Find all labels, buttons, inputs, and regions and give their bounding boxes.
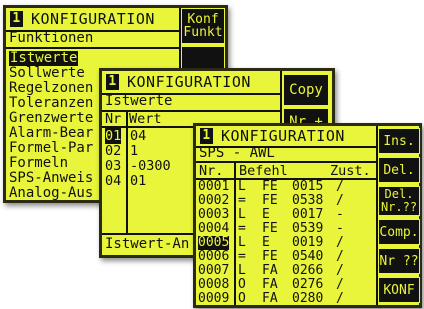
- row-number[interactable]: 0007: [198, 264, 229, 278]
- function-item[interactable]: Analog-Aus: [9, 186, 93, 201]
- row-operand[interactable]: FE: [262, 194, 278, 208]
- konf-funkt-button[interactable]: Konf Funkt: [181, 8, 225, 44]
- function-item[interactable]: Formel-Par: [9, 141, 93, 156]
- row-address[interactable]: 0540: [292, 250, 323, 264]
- insert-button[interactable]: Ins.: [378, 128, 420, 154]
- row-number[interactable]: 0005: [198, 236, 230, 250]
- row-wert[interactable]: 01: [130, 173, 146, 189]
- window-number-badge: 1: [10, 11, 23, 27]
- row-address[interactable]: 0538: [292, 194, 323, 208]
- row-operand[interactable]: FA: [262, 292, 278, 306]
- row-nr[interactable]: 03: [105, 158, 121, 174]
- row-nr[interactable]: 01: [105, 128, 122, 144]
- row-operation[interactable]: L: [238, 264, 246, 278]
- row-operation[interactable]: =: [238, 222, 246, 236]
- function-item[interactable]: Sollwerte: [9, 66, 85, 81]
- row-operation[interactable]: L: [238, 180, 246, 194]
- row-operand[interactable]: FE: [262, 222, 278, 236]
- column-header-nr: Nr.: [199, 163, 224, 179]
- function-item[interactable]: Formeln: [9, 156, 68, 171]
- row-number[interactable]: 0006: [198, 250, 229, 264]
- window-number-badge: 1: [106, 74, 119, 90]
- column-header-zust: Zust.: [330, 163, 371, 179]
- button-label-line2: Funkt: [183, 25, 223, 40]
- row-operation[interactable]: =: [238, 194, 246, 208]
- delete-number-button[interactable]: Del. Nr.??: [378, 186, 420, 216]
- function-item[interactable]: Grenzwerte: [9, 111, 93, 126]
- delete-button[interactable]: Del.: [378, 157, 420, 183]
- column-header-befehl: Befehl: [239, 163, 288, 179]
- row-number[interactable]: 0008: [198, 278, 229, 292]
- function-item[interactable]: Toleranzen: [9, 96, 93, 111]
- row-wert[interactable]: 1: [130, 143, 138, 159]
- window-title: KONFIGURATION: [31, 10, 155, 28]
- row-number[interactable]: 0004: [198, 222, 229, 236]
- function-item[interactable]: SPS-Anweis: [9, 171, 93, 186]
- row-operand[interactable]: FA: [262, 264, 278, 278]
- column-header-nr: Nr: [105, 111, 122, 127]
- window-title-bar: 1 KONFIGURATION: [102, 71, 280, 95]
- konf-button[interactable]: KONF: [378, 277, 420, 303]
- row-nr[interactable]: 04: [105, 173, 121, 189]
- row-state[interactable]: /: [336, 264, 344, 278]
- row-address[interactable]: 0019: [292, 236, 323, 250]
- row-operation[interactable]: O: [238, 278, 246, 292]
- section-title: SPS - AWL: [196, 146, 376, 163]
- function-item[interactable]: Regelzonen: [9, 81, 93, 96]
- row-address[interactable]: 0280: [292, 292, 323, 306]
- footer-label: Istwert-An: [105, 236, 190, 252]
- window-number-badge: 1: [200, 128, 213, 144]
- goto-number-button[interactable]: Nr ??: [378, 248, 420, 274]
- row-operand[interactable]: E: [262, 236, 270, 250]
- row-state[interactable]: /: [336, 180, 344, 194]
- row-state[interactable]: /: [336, 236, 344, 250]
- row-state[interactable]: /: [336, 278, 344, 292]
- row-number[interactable]: 0002: [198, 194, 229, 208]
- function-item[interactable]: Alarm-Bear: [9, 126, 93, 141]
- row-state[interactable]: -: [336, 222, 344, 236]
- row-number[interactable]: 0003: [198, 208, 229, 222]
- column-header-wert: Wert: [129, 111, 162, 127]
- compile-button[interactable]: Comp.: [378, 219, 420, 245]
- row-number[interactable]: 0009: [198, 292, 229, 306]
- row-state[interactable]: /: [336, 250, 344, 264]
- row-state[interactable]: -: [336, 208, 344, 222]
- button-label: Del. Nr.??: [380, 187, 418, 214]
- row-operand[interactable]: FE: [262, 250, 278, 264]
- row-operand[interactable]: FA: [262, 278, 278, 292]
- row-address[interactable]: 0276: [292, 278, 323, 292]
- row-address[interactable]: 0539: [292, 222, 323, 236]
- row-state[interactable]: /: [336, 292, 344, 306]
- column-divider: [234, 163, 236, 305]
- section-title: Funktionen: [6, 30, 179, 49]
- window-title-bar: 1 KONFIGURATION: [6, 8, 179, 32]
- row-operation[interactable]: O: [238, 292, 246, 306]
- column-divider: [126, 111, 128, 233]
- row-address[interactable]: 0015: [292, 180, 323, 194]
- section-title: Istwerte: [102, 93, 280, 112]
- row-number[interactable]: 0001: [198, 180, 229, 194]
- row-operand[interactable]: FE: [262, 180, 278, 194]
- row-address[interactable]: 0266: [292, 264, 323, 278]
- row-operation[interactable]: =: [238, 250, 246, 264]
- row-operand[interactable]: E: [262, 208, 270, 222]
- row-operation[interactable]: L: [238, 236, 246, 250]
- window-title: KONFIGURATION: [127, 73, 251, 91]
- window-title: KONFIGURATION: [221, 127, 345, 145]
- row-address[interactable]: 0017: [292, 208, 323, 222]
- function-item-istwerte[interactable]: Istwerte: [9, 51, 79, 66]
- row-operation[interactable]: L: [238, 208, 246, 222]
- row-state[interactable]: /: [336, 194, 344, 208]
- row-wert[interactable]: 04: [130, 128, 146, 144]
- config-window-sps-awl: 1 KONFIGURATION SPS - AWL Ins. Del. Del.…: [193, 123, 422, 308]
- copy-button[interactable]: Copy: [283, 74, 329, 106]
- row-nr[interactable]: 02: [105, 143, 121, 159]
- row-wert[interactable]: -0300: [130, 158, 171, 174]
